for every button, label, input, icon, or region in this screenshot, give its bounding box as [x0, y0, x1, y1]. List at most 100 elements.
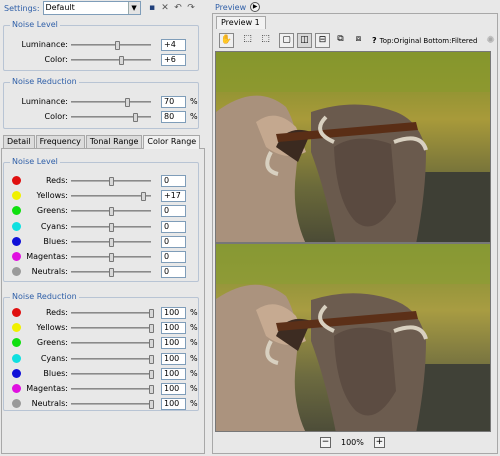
zoom-level: 100% [341, 438, 364, 447]
help-icon[interactable]: ? [372, 36, 377, 45]
settings-tabs: Detail Frequency Tonal Range Color Range [3, 135, 201, 149]
original-preview-image[interactable] [215, 51, 491, 243]
greens-slider[interactable] [71, 339, 154, 349]
selection-icon[interactable]: ⬚ [240, 33, 255, 48]
slider-thumb[interactable] [141, 192, 146, 202]
slider-thumb[interactable] [109, 207, 114, 217]
row-label: Greens: [36, 338, 68, 348]
zoom-out-button[interactable]: − [320, 437, 331, 448]
save-icon[interactable]: ▪ [147, 3, 158, 14]
color-reduction-slider[interactable] [71, 113, 151, 122]
blues-field[interactable]: 100 [161, 367, 186, 380]
color-noise-reduction-row-neutrals: Neutrals: 100% [4, 398, 200, 411]
unit-label: % [190, 323, 198, 333]
slider-thumb[interactable] [109, 222, 114, 232]
greens-field[interactable]: 0 [161, 205, 186, 218]
slider-thumb[interactable] [125, 98, 130, 107]
group-title: Noise Reduction [10, 292, 79, 301]
settings-value: Default [45, 3, 75, 12]
slider-thumb[interactable] [109, 268, 114, 278]
color-noise-reduction-row-reds: Reds: 100% [4, 307, 200, 319]
yellows-slider[interactable] [71, 192, 151, 202]
magentas-field[interactable]: 100 [161, 383, 186, 395]
split-vertical-icon[interactable]: ◫ [297, 33, 312, 48]
reds-field[interactable]: 0 [161, 175, 186, 187]
slider-thumb[interactable] [109, 253, 114, 262]
filtered-preview-image[interactable] [215, 243, 491, 432]
unit-label: % [190, 112, 198, 121]
yellows-slider[interactable] [71, 324, 154, 334]
slider-thumb[interactable] [149, 400, 154, 410]
row-label: Color: [44, 55, 68, 64]
yellows-field[interactable]: +17 [161, 190, 186, 203]
slider-thumb[interactable] [149, 324, 154, 334]
split-horizontal-icon[interactable]: ⊟ [315, 33, 330, 48]
neutrals-slider[interactable] [71, 268, 151, 278]
unit-label: % [190, 384, 198, 393]
tab-preview-1[interactable]: Preview 1 [216, 16, 266, 29]
cyans-field[interactable]: 100 [161, 352, 186, 365]
row-label: Cyans: [40, 353, 68, 363]
reds-slider[interactable] [71, 177, 151, 186]
luminance-reduction-field[interactable]: 70 [161, 96, 186, 108]
blues-field[interactable]: 0 [161, 235, 186, 248]
cyans-slider[interactable] [71, 222, 151, 232]
single-view-icon[interactable]: ▢ [279, 33, 294, 48]
neutrals-field[interactable]: 0 [161, 266, 186, 279]
reds-slider[interactable] [71, 309, 154, 318]
slider-thumb[interactable] [115, 41, 121, 50]
magentas-slider[interactable] [71, 253, 151, 262]
tab-color-range[interactable]: Color Range [143, 135, 201, 149]
magentas-slider[interactable] [71, 385, 154, 394]
undo-icon[interactable]: ↶ [173, 3, 184, 14]
blues-slider[interactable] [71, 369, 154, 379]
copy-preview-icon[interactable]: ⧈ [351, 33, 366, 48]
tab-frequency[interactable]: Frequency [35, 135, 85, 148]
tab-tonal-range[interactable]: Tonal Range [85, 135, 143, 148]
slider-thumb[interactable] [118, 56, 124, 65]
slider-thumb[interactable] [149, 309, 154, 318]
slider-thumb[interactable] [133, 113, 138, 122]
slider-thumb[interactable] [149, 369, 154, 379]
neutrals-field[interactable]: 100 [161, 398, 186, 411]
neutrals-slider[interactable] [71, 400, 154, 410]
color-noise-slider[interactable] [71, 56, 151, 65]
luminance-noise-slider[interactable] [71, 41, 151, 50]
settings-select[interactable]: Default ▼ [42, 1, 141, 15]
blues-slider[interactable] [71, 237, 151, 247]
greens-slider[interactable] [71, 207, 151, 217]
color-reduction-field[interactable]: 80 [161, 111, 186, 123]
row-label: Reds: [45, 176, 68, 185]
row-label: Reds: [45, 308, 68, 317]
hand-icon[interactable]: ✋ [219, 33, 234, 48]
slider-thumb[interactable] [109, 177, 114, 186]
slider-thumb[interactable] [149, 339, 154, 349]
tab-detail[interactable]: Detail [3, 135, 35, 148]
cyans-slider[interactable] [71, 354, 154, 364]
chevron-down-icon[interactable]: ▼ [127, 2, 140, 14]
delete-icon[interactable]: ✕ [160, 3, 171, 14]
preview-toolbar: ✋ ⬚ ⬚ ▢ ◫ ⊟ ⧉ ⧈ ? Top:Original Bottom:Fi… [219, 33, 495, 48]
redo-icon[interactable]: ↷ [186, 3, 197, 14]
oxen-photo-filtered [216, 244, 490, 431]
cyans-field[interactable]: 0 [161, 220, 186, 233]
reds-field[interactable]: 100 [161, 307, 186, 319]
color-noise-reduction-row-blues: Blues: 100% [4, 367, 200, 380]
zoom-in-button[interactable]: + [373, 437, 385, 448]
luminance-reduction-slider[interactable] [71, 98, 151, 107]
slider-thumb[interactable] [149, 385, 154, 394]
crop-selection-icon[interactable]: ⬚ [258, 33, 273, 48]
color-noise-level-row-reds: Reds: 0 [4, 175, 200, 187]
greens-field[interactable]: 100 [161, 337, 186, 350]
play-icon[interactable]: ▶ [250, 2, 261, 12]
color-noise-level-row-blues: Blues: 0 [4, 235, 200, 248]
yellows-field[interactable]: 100 [161, 322, 186, 335]
row-label: Yellows: [36, 191, 69, 201]
slider-thumb[interactable] [109, 237, 114, 247]
color-noise-field[interactable]: +6 [161, 54, 186, 66]
luminance-noise-field[interactable]: +4 [161, 39, 186, 51]
group-title: Noise Level [10, 20, 60, 29]
open-preview-icon[interactable]: ⧉ [333, 33, 348, 48]
magentas-field[interactable]: 0 [161, 251, 186, 263]
slider-thumb[interactable] [149, 354, 154, 364]
